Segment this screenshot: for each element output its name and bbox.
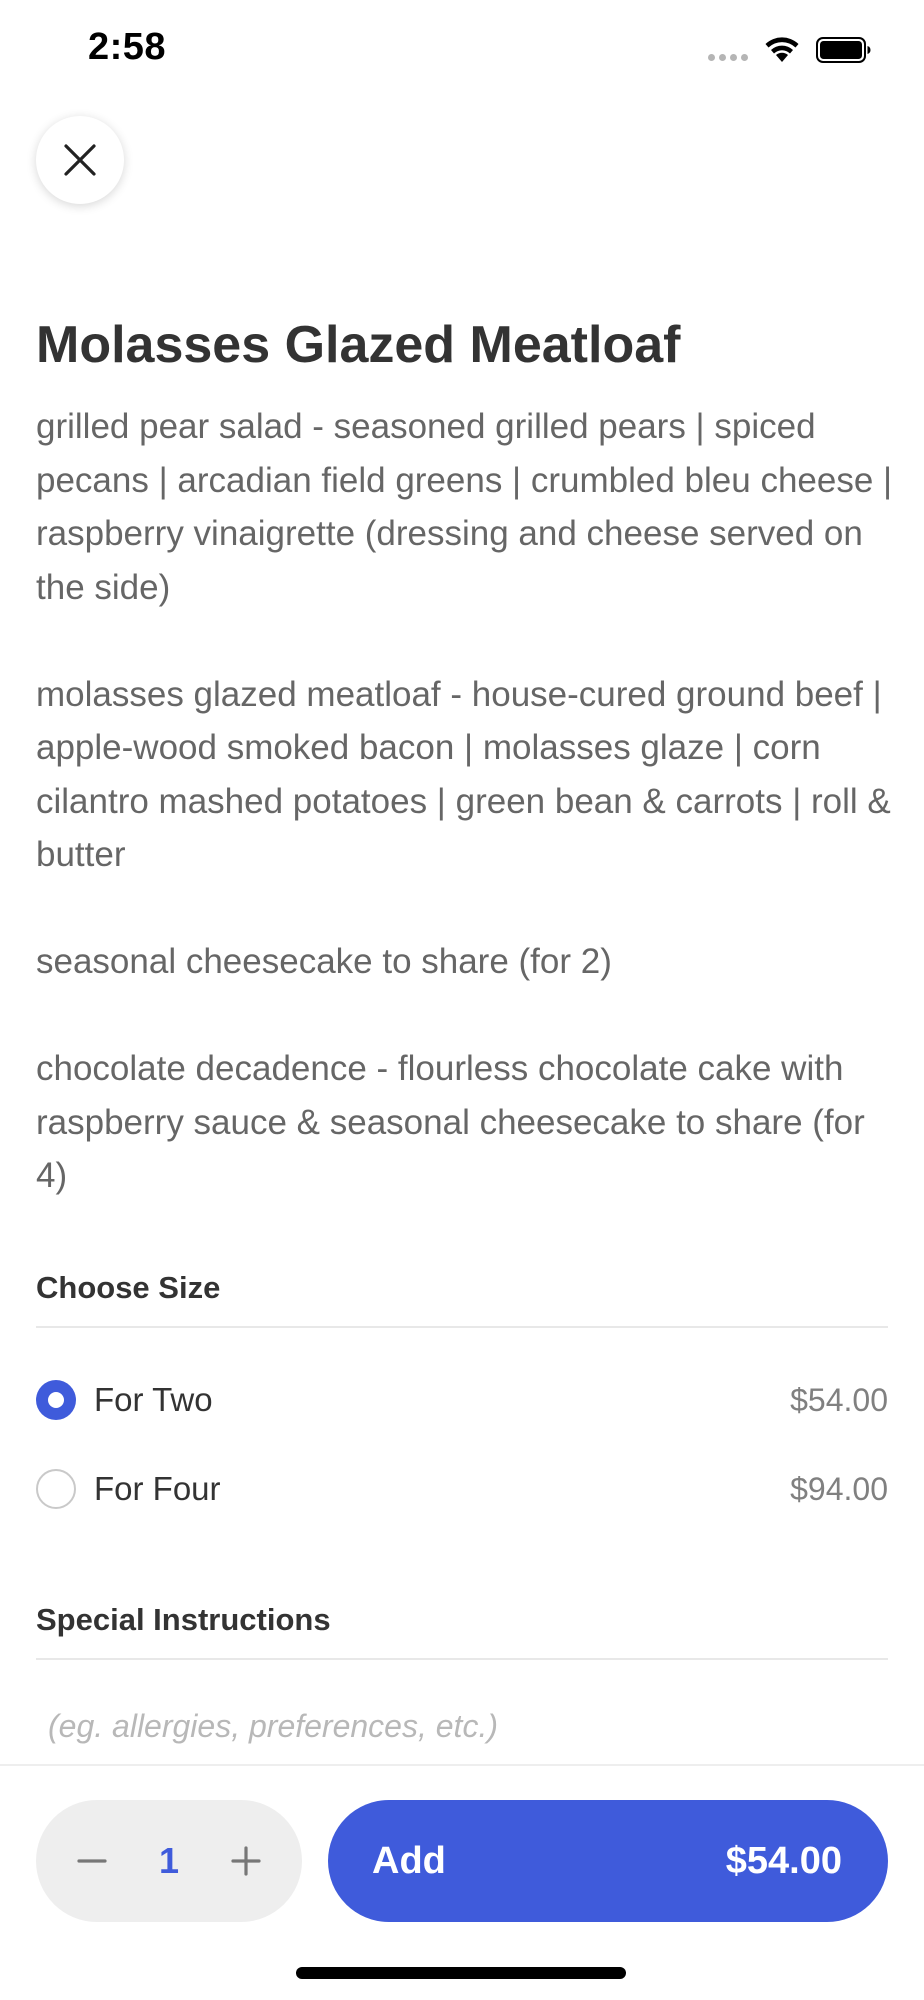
decrease-quantity-button[interactable] — [72, 1841, 112, 1881]
size-option-price: $94.00 — [790, 1470, 888, 1507]
add-button-label: Add — [372, 1839, 446, 1882]
description-paragraph: seasonal cheesecake to share (for 2) — [36, 942, 612, 981]
add-to-order-button[interactable]: Add $54.00 — [328, 1800, 888, 1922]
quantity-stepper: 1 — [36, 1800, 302, 1922]
size-option-for-four[interactable]: For Four $94.00 — [36, 1459, 888, 1519]
wifi-icon — [765, 37, 799, 62]
choose-size-header: Choose Size — [36, 1270, 888, 1328]
special-instructions-input[interactable] — [36, 1694, 888, 1758]
item-description: grilled pear salad - seasoned grilled pe… — [36, 400, 896, 1203]
battery-icon — [816, 37, 871, 63]
status-time: 2:58 — [88, 26, 167, 68]
cellular-signal-icon — [708, 54, 748, 61]
special-instructions-header: Special Instructions — [36, 1602, 888, 1660]
size-option-for-two[interactable]: For Two $54.00 — [36, 1370, 888, 1430]
add-button-price: $54.00 — [725, 1839, 842, 1882]
description-paragraph: grilled pear salad - seasoned grilled pe… — [36, 407, 893, 607]
description-paragraph: molasses glazed meatloaf - house-cured g… — [36, 674, 891, 875]
description-paragraph: chocolate decadence - flourless chocolat… — [36, 1049, 865, 1195]
status-bar: 2:58 — [0, 0, 924, 100]
minus-icon — [77, 1859, 107, 1863]
size-option-label: For Four — [94, 1470, 221, 1507]
plus-icon — [231, 1846, 261, 1876]
item-detail-screen: 2:58 Molasses Glazed Meatloaf grilled pe… — [0, 0, 924, 2000]
radio-button-selected[interactable] — [36, 1380, 76, 1420]
size-option-label: For Two — [94, 1381, 213, 1418]
close-button[interactable] — [36, 116, 124, 204]
order-bar: 1 Add $54.00 — [0, 1764, 924, 2000]
close-icon — [64, 144, 96, 176]
radio-button-unselected[interactable] — [36, 1469, 76, 1509]
increase-quantity-button[interactable] — [226, 1841, 266, 1881]
item-title: Molasses Glazed Meatloaf — [36, 316, 681, 374]
home-indicator — [296, 1967, 626, 1979]
quantity-value: 1 — [158, 1840, 180, 1881]
size-option-price: $54.00 — [790, 1381, 888, 1418]
